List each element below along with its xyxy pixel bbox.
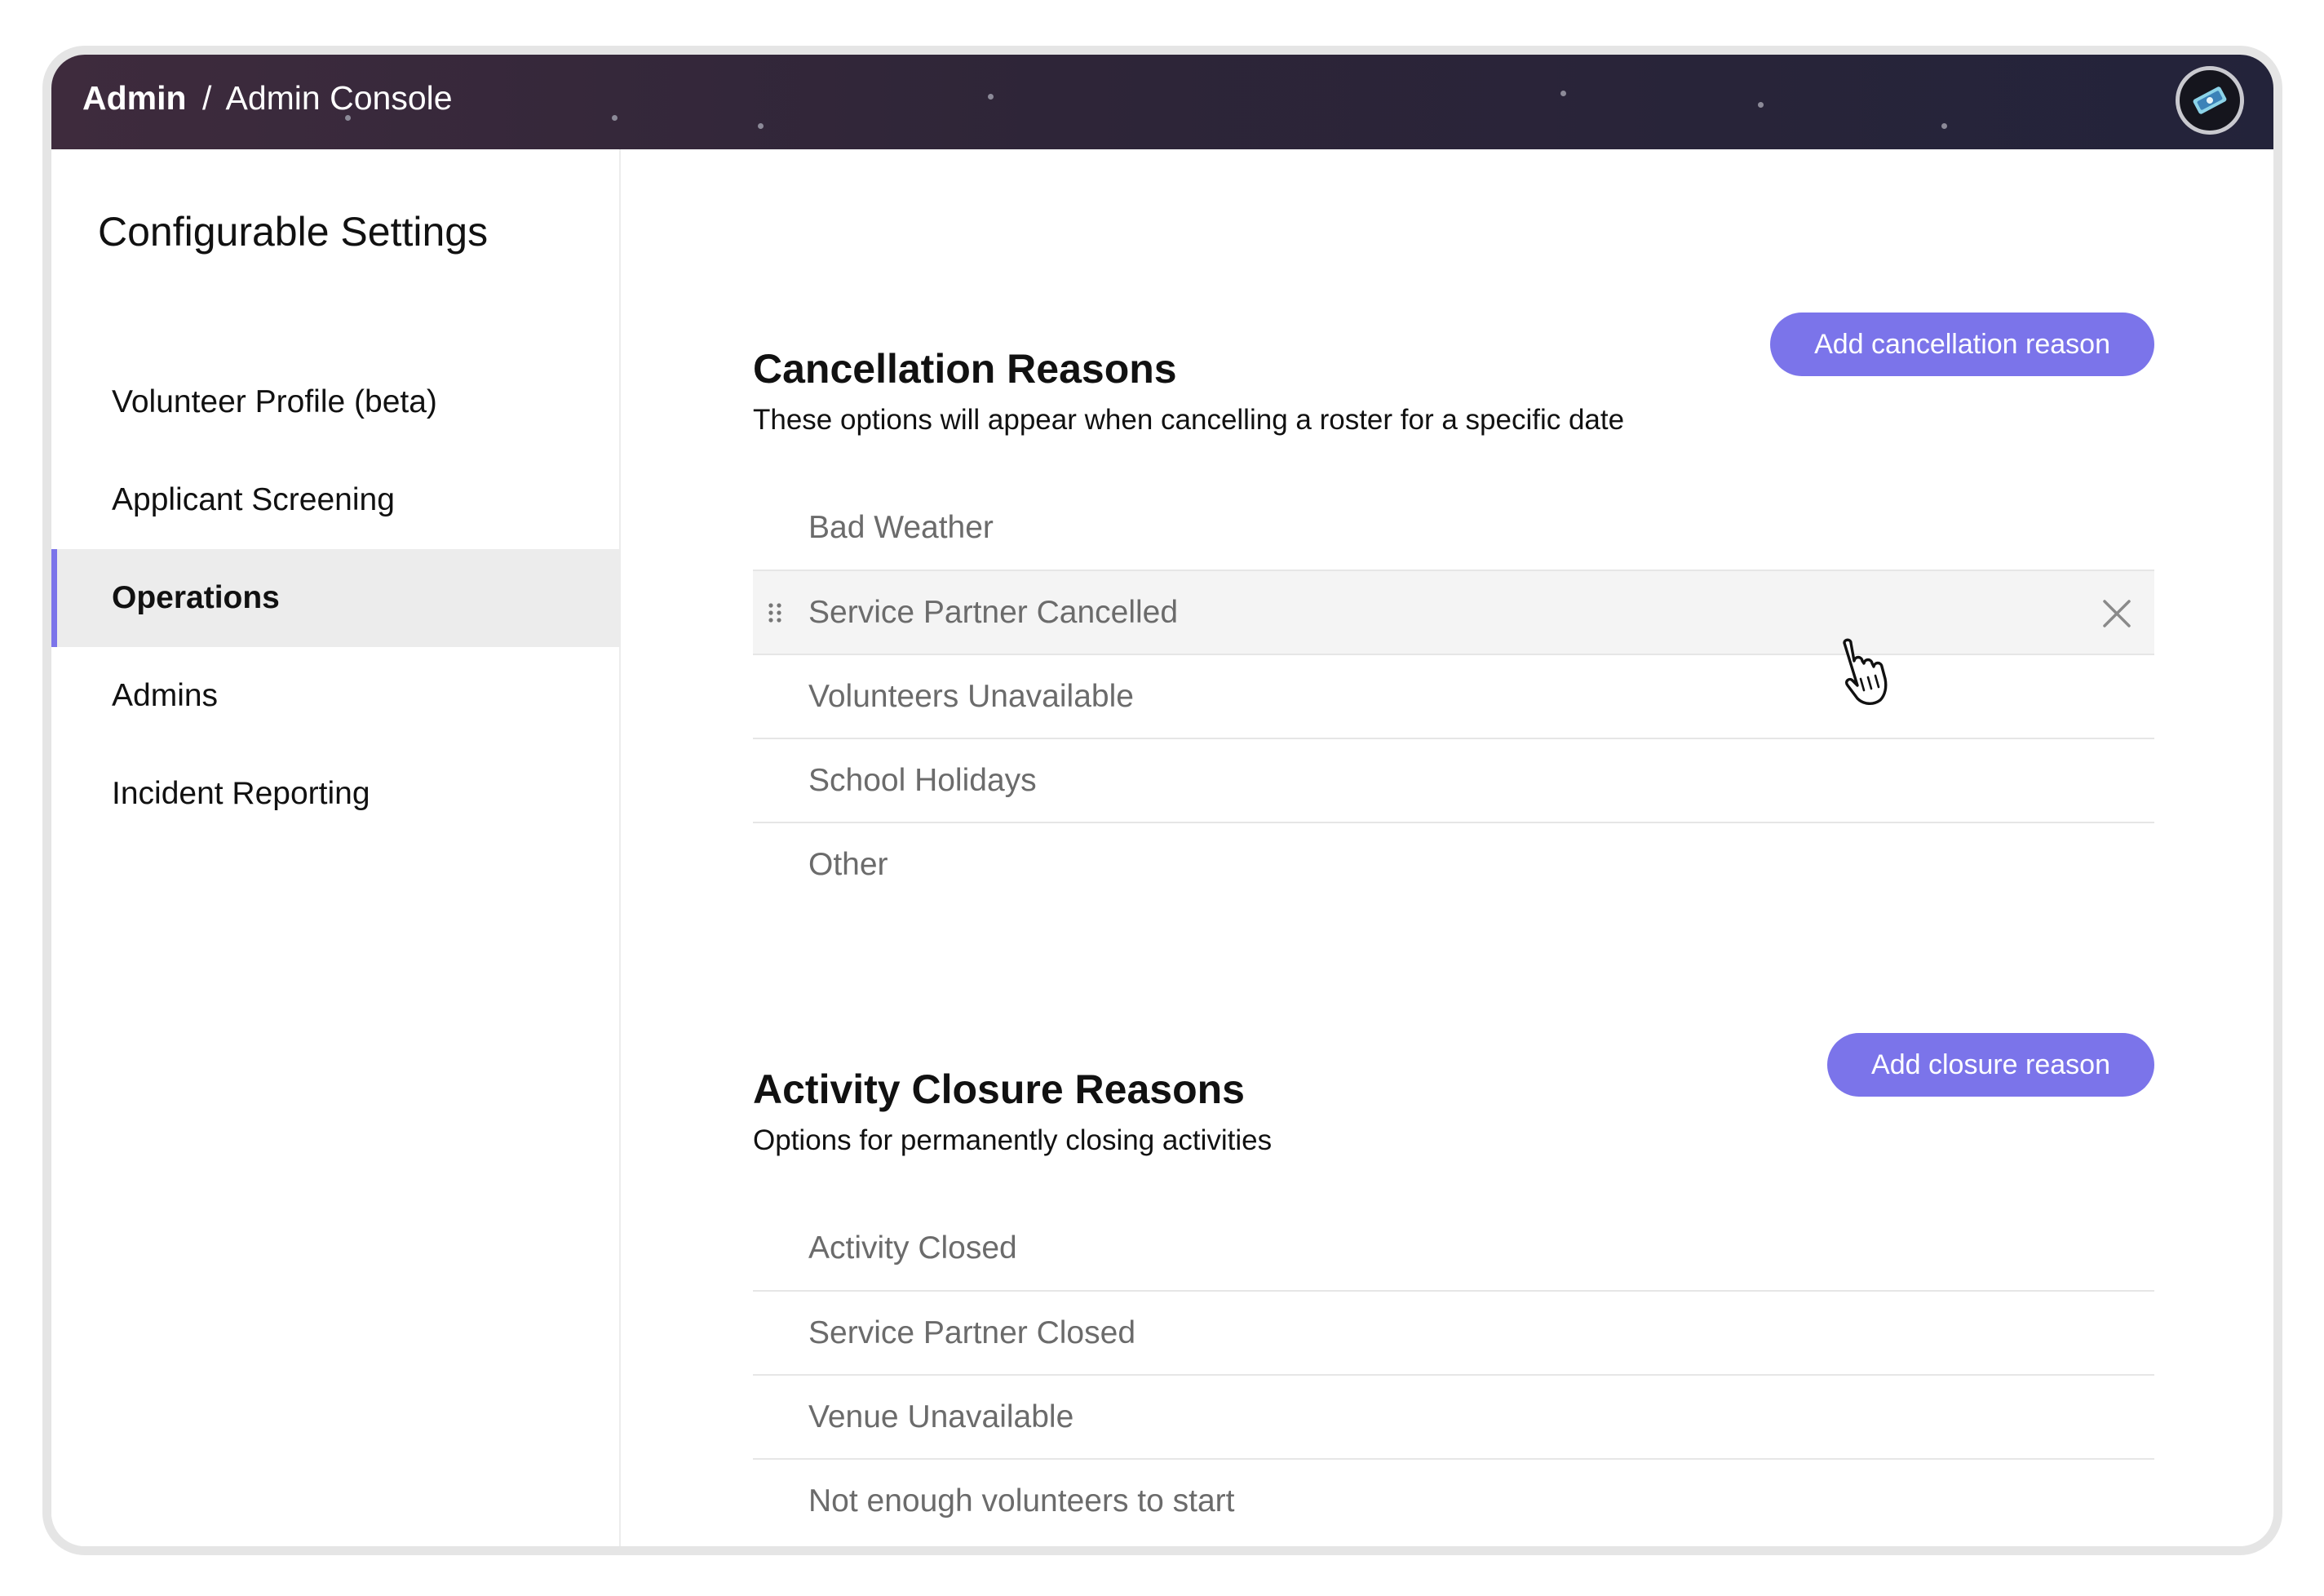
sidebar-item-admins[interactable]: Admins [51,647,619,745]
avatar-icon [2193,86,2227,114]
cancellation-reasons-section: Cancellation Reasons These options will … [753,313,2154,906]
sidebar-title: Configurable Settings [98,209,489,255]
decor-dot [758,123,764,129]
list-item-label: Activity Closed [808,1230,1017,1266]
list-item-label: Venue Unavailable [808,1399,1074,1434]
list-item-label: Not enough volunteers to start [808,1483,1235,1518]
closure-reasons-list: Activity Closed Service Partner Closed V… [753,1206,2154,1542]
list-item-label: Bad Weather [808,509,994,545]
cancellation-reasons-list: Bad Weather Service Partner Cancelled Vo… [753,485,2154,906]
sidebar-item-incident-reporting[interactable]: Incident Reporting [51,745,619,843]
list-item[interactable]: Not enough volunteers to start [753,1458,2154,1542]
sidebar-item-applicant-screening[interactable]: Applicant Screening [51,451,619,549]
section-subtitle: These options will appear when cancellin… [753,404,1625,436]
list-item[interactable]: Bad Weather [753,485,2154,570]
settings-nav: Volunteer Profile (beta) Applicant Scree… [51,353,619,843]
breadcrumb-separator: / [201,79,212,117]
decor-dot [1560,91,1566,96]
main-content: Cancellation Reasons These options will … [622,149,2273,1546]
add-closure-reason-button[interactable]: Add closure reason [1827,1033,2154,1097]
decor-dot [612,115,618,121]
list-item[interactable]: Activity Closed [753,1206,2154,1290]
list-item[interactable]: School Holidays [753,738,2154,822]
app-window: Admin / Admin Console Configurable Setti… [42,46,2282,1555]
sidebar-item-volunteer-profile[interactable]: Volunteer Profile (beta) [51,353,619,451]
breadcrumb-root[interactable]: Admin [82,79,187,117]
hand-pointer-icon [1843,638,1888,705]
section-subtitle: Options for permanently closing activiti… [753,1124,1273,1156]
list-item[interactable]: Venue Unavailable [753,1374,2154,1458]
list-item-label: Other [808,846,888,882]
sidebar-item-operations[interactable]: Operations [51,549,619,647]
list-item[interactable]: Service Partner Cancelled [753,570,2154,654]
decor-dot [1941,123,1947,129]
list-item-label: Service Partner Cancelled [808,594,1179,630]
activity-closure-reasons-section: Activity Closure Reasons Options for per… [753,1033,2154,1542]
list-item-label: School Holidays [808,762,1037,798]
list-item[interactable]: Other [753,822,2154,906]
add-cancellation-reason-button[interactable]: Add cancellation reason [1770,313,2154,376]
breadcrumb-current: Admin Console [225,79,453,117]
list-item[interactable]: Volunteers Unavailable [753,654,2154,738]
decor-dot [988,94,994,100]
drag-handle-icon[interactable] [768,602,782,623]
decor-dot [1758,102,1764,108]
close-icon[interactable] [2102,599,2131,628]
list-item[interactable]: Service Partner Closed [753,1290,2154,1374]
top-bar: Admin / Admin Console [51,55,2273,149]
list-item-label: Service Partner Closed [808,1314,1136,1350]
list-item-label: Volunteers Unavailable [808,678,1134,714]
settings-sidebar: Configurable Settings Volunteer Profile … [51,149,621,1546]
breadcrumb: Admin / Admin Console [82,79,453,117]
user-avatar[interactable] [2176,66,2244,135]
